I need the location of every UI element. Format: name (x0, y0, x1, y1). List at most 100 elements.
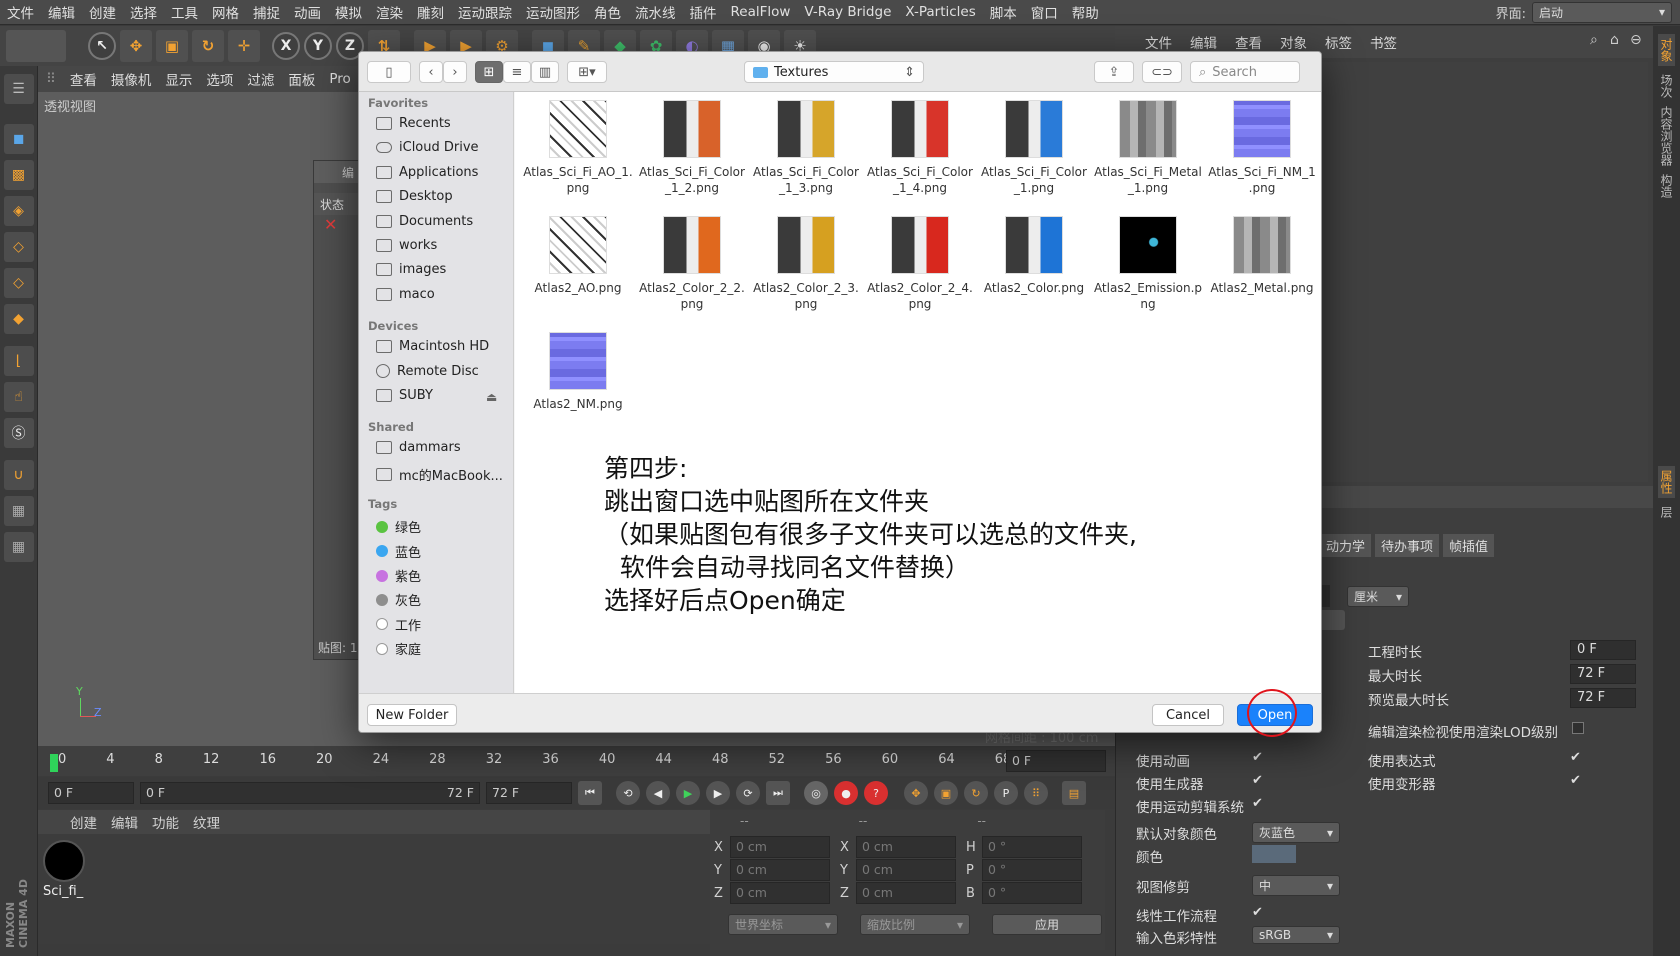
new-window-icon[interactable]: ⊖ (1630, 32, 1642, 48)
sidebar-item-fav-6[interactable]: images (376, 262, 446, 277)
vertical-tab-4[interactable]: 属性 (1658, 466, 1675, 498)
sidebar-item-tag-5[interactable]: 家庭 (376, 639, 421, 658)
coord-value-field[interactable]: 0 cm (730, 836, 830, 858)
select-tool-icon[interactable]: ↖ (88, 32, 116, 60)
project-length-field[interactable]: 0 F (1570, 640, 1636, 660)
file-item[interactable]: Atlas_Sci_Fi_Color _1_2.png (635, 100, 749, 196)
viewport-menu-item-1[interactable]: 摄像机 (111, 69, 152, 89)
start-frame-field[interactable]: 0 F (48, 782, 134, 804)
coord-value-field[interactable]: 0 cm (856, 859, 956, 881)
view-clipping-select[interactable]: 中 ▾ (1252, 875, 1340, 896)
cancel-button[interactable]: Cancel (1152, 704, 1224, 726)
attribute-tab-0[interactable]: 动力学 (1320, 534, 1372, 557)
menu-item-19[interactable]: 脚本 (983, 2, 1024, 22)
playhead[interactable] (50, 754, 58, 772)
sidebar-item-tag-1[interactable]: 蓝色 (376, 542, 421, 561)
unit-select[interactable]: 厘米 ▾ (1347, 586, 1409, 607)
previous-frame-icon[interactable]: ◀ (646, 781, 670, 805)
back-button[interactable]: ‹ (419, 61, 443, 83)
list-view-button[interactable]: ≡ (503, 61, 531, 83)
apply-button[interactable]: 应用 (992, 914, 1102, 935)
polygons-mode-icon[interactable]: ◆ (3, 304, 34, 334)
object-menu-item-4[interactable]: 标签 (1325, 32, 1352, 52)
sidebar-item-tag-2[interactable]: 紫色 (376, 566, 421, 585)
undo-redo-button[interactable] (6, 30, 66, 62)
tweak-icon[interactable]: ☝ (3, 382, 34, 412)
menu-item-12[interactable]: 运动图形 (519, 2, 587, 22)
search-field[interactable]: ⌕ Search (1190, 61, 1300, 83)
file-item[interactable]: Atlas2_Color_2_2. png (635, 216, 749, 312)
coord-value-field[interactable]: 0 cm (730, 882, 830, 904)
model-mode-icon[interactable]: ☰ (3, 74, 34, 104)
menu-item-1[interactable]: 编辑 (41, 2, 82, 22)
scale-mode-select[interactable]: 缩放比例 ▾ (860, 914, 970, 935)
world-coordinates-select[interactable]: 世界坐标 ▾ (728, 914, 838, 935)
coord-value-field[interactable]: 0 cm (856, 882, 956, 904)
menu-item-18[interactable]: X-Particles (898, 4, 982, 20)
menu-item-7[interactable]: 动画 (287, 2, 328, 22)
menu-item-3[interactable]: 选择 (123, 2, 164, 22)
use-deformer-checkbox[interactable]: ✔ (1570, 773, 1581, 788)
sidebar-item-fav-3[interactable]: Desktop (376, 189, 453, 204)
material-menu-item-0[interactable]: 创建 (70, 812, 97, 832)
menu-item-5[interactable]: 网格 (205, 2, 246, 22)
move-tool-icon[interactable]: ✥ (120, 30, 152, 62)
file-item[interactable]: Atlas2_Metal.png (1205, 216, 1319, 296)
default-color-select[interactable]: 灰蓝色 ▾ (1252, 822, 1340, 843)
viewport-menu-item-5[interactable]: 面板 (288, 69, 315, 89)
forward-button[interactable]: › (443, 61, 467, 83)
sidebar-item-device-1[interactable]: Remote Disc (376, 364, 479, 379)
vertical-tab-0[interactable]: 对象 (1658, 34, 1675, 66)
max-length-field[interactable]: 72 F (1570, 664, 1636, 684)
scale-key-icon[interactable]: ▣ (934, 781, 958, 805)
search-icon[interactable]: ⌕ (1590, 32, 1598, 48)
points-mode-icon[interactable]: ◇ (3, 232, 34, 262)
file-item[interactable]: Atlas_Sci_Fi_AO_1. png (521, 100, 635, 196)
coord-value-field[interactable]: 0 ° (982, 882, 1082, 904)
menu-item-16[interactable]: RealFlow (724, 4, 798, 20)
x-axis-lock-button[interactable]: X (272, 32, 300, 60)
attribute-tab-1[interactable]: 待办事项 (1375, 534, 1440, 557)
sidebar-item-device-0[interactable]: Macintosh HD (376, 339, 489, 354)
file-item[interactable]: Atlas2_Color_2_4. png (863, 216, 977, 312)
go-to-end-icon[interactable]: ⏭ (766, 781, 790, 805)
material-name[interactable]: Sci_fi_ (43, 884, 83, 899)
viewport-menu-item-0[interactable]: 查看 (70, 69, 97, 89)
object-menu-item-2[interactable]: 查看 (1235, 32, 1262, 52)
auto-keying-icon[interactable]: ● (834, 781, 858, 805)
sidebar-item-fav-2[interactable]: Applications (376, 165, 478, 180)
sidebar-item-device-2[interactable]: SUBY (376, 388, 433, 403)
file-item[interactable]: Atlas2_Color.png (977, 216, 1091, 296)
new-folder-button[interactable]: New Folder (367, 704, 457, 726)
scale-tool-icon[interactable]: ▣ (156, 30, 188, 62)
file-item[interactable]: Atlas_Sci_Fi_NM_1 .png (1205, 100, 1319, 196)
layout-select[interactable]: 启动 ▾ (1532, 1, 1672, 23)
end-frame-field[interactable]: 72 F (486, 782, 572, 804)
file-item[interactable]: Atlas2_Color_2_3. png (749, 216, 863, 312)
vertical-tab-5[interactable]: 层 (1658, 506, 1675, 518)
sidebar-item-fav-5[interactable]: works (376, 238, 437, 253)
sidebar-item-fav-4[interactable]: Documents (376, 214, 473, 229)
vertical-tab-3[interactable]: 构造 (1658, 174, 1675, 198)
current-frame-field[interactable]: 0 F (1006, 750, 1106, 772)
menu-item-4[interactable]: 工具 (164, 2, 205, 22)
next-key-icon[interactable]: ⟳ (736, 781, 760, 805)
y-axis-lock-button[interactable]: Y (304, 32, 332, 60)
range-slider[interactable]: 0 F 72 F (140, 782, 480, 804)
timeline[interactable]: 04812162024283236404448525660646872 0 F (38, 746, 1115, 776)
object-menu-item-5[interactable]: 书签 (1370, 32, 1397, 52)
input-color-profile-select[interactable]: sRGB ▾ (1252, 926, 1340, 944)
render-lod-checkbox[interactable] (1572, 722, 1584, 734)
rotate-tool-icon[interactable]: ↻ (192, 30, 224, 62)
preview-max-field[interactable]: 72 F (1570, 688, 1636, 708)
menu-item-17[interactable]: V-Ray Bridge (797, 4, 898, 20)
material-menu-item-1[interactable]: 编辑 (111, 812, 138, 832)
play-icon[interactable]: ▶ (676, 781, 700, 805)
locked-workplane-icon[interactable]: ▦ (3, 496, 34, 526)
use-generator-checkbox[interactable]: ✔ (1252, 773, 1263, 788)
snap-icon[interactable]: ∪ (3, 460, 34, 490)
column-view-button[interactable]: ▥ (531, 61, 559, 83)
object-menu-item-0[interactable]: 文件 (1145, 32, 1172, 52)
sidebar-item-shared-0[interactable]: dammars (376, 440, 461, 455)
file-item[interactable]: Atlas_Sci_Fi_Metal _1.png (1091, 100, 1205, 196)
